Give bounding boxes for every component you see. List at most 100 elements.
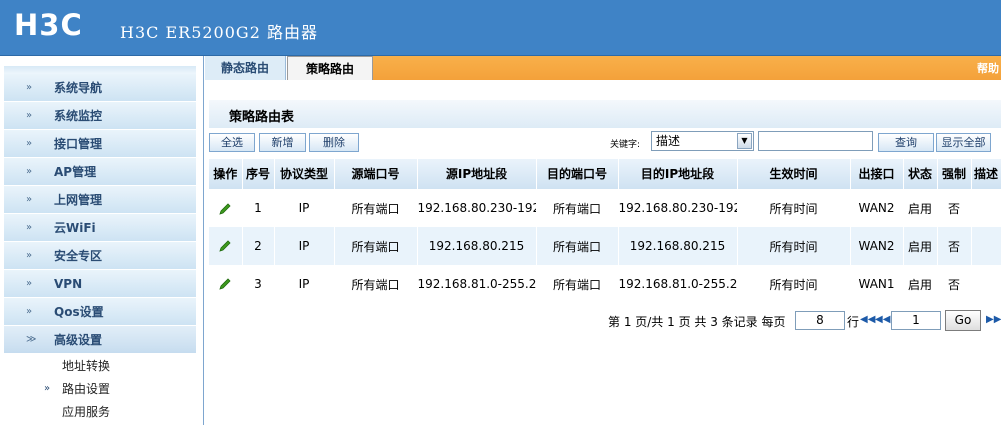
cell-iface: WAN2 (850, 189, 904, 227)
cell-status: 启用 (903, 227, 938, 265)
cell-no: 2 (242, 227, 275, 265)
cell-dst-port: 所有端口 (536, 189, 619, 227)
sidebar-item-system-monitor[interactable]: » 系统监控 (4, 102, 196, 130)
prev-page-icon[interactable]: ◀◀ (875, 314, 890, 325)
col-header: 操作 (209, 159, 243, 190)
cell-proto: IP (274, 227, 335, 265)
chevron-right-icon: » (26, 278, 33, 289)
delete-button[interactable]: 删除 (309, 133, 359, 152)
panel-title-bar: 策略路由表 (209, 100, 1001, 128)
rows-unit-label: 行 (847, 315, 860, 329)
sidebar-nav: » 系统导航 » 系统监控 » 接口管理 » AP管理 » 上网管理 » 云Wi… (4, 74, 196, 354)
chevron-right-icon: » (26, 138, 33, 149)
h3c-logo: H3C (14, 8, 83, 42)
edit-pencil-icon[interactable] (218, 277, 232, 291)
cell-proto: IP (274, 265, 335, 303)
next-page-icon[interactable]: ▶▶ (986, 314, 1001, 325)
col-header: 目的IP地址段 (618, 159, 738, 190)
cell-status: 启用 (903, 265, 938, 303)
sidebar-item-label: 系统监控 (54, 109, 103, 123)
sidebar-sub-list: 地址转换 » 路由设置 应用服务 (4, 354, 196, 423)
sidebar-item-label: AP管理 (54, 165, 97, 179)
chevron-right-icon: » (26, 166, 33, 177)
sidebar-item-label: 上网管理 (54, 193, 103, 207)
sidebar-item-vpn[interactable]: » VPN (4, 270, 196, 298)
cell-desc (971, 227, 1001, 265)
keyword-input[interactable] (758, 131, 873, 151)
help-link[interactable]: 帮助 (977, 60, 999, 76)
keyword-select-value: 描述 (656, 134, 681, 148)
sidebar-item-label: 接口管理 (54, 137, 103, 151)
edit-cell (209, 227, 243, 265)
sidebar-item-label: VPN (54, 276, 83, 291)
sidebar-subitem-routing[interactable]: » 路由设置 (4, 377, 196, 400)
col-header: 生效时间 (737, 159, 851, 190)
policy-route-table: 操作 序号 协议类型 源端口号 源IP地址段 目的端口号 目的IP地址段 生效时… (209, 159, 1001, 303)
rows-per-page-input[interactable]: 8 (795, 311, 845, 330)
sidebar-subitem-label: 路由设置 (62, 382, 111, 396)
cell-src-port: 所有端口 (334, 227, 418, 265)
edit-pencil-icon[interactable] (218, 239, 232, 253)
cell-iface: WAN2 (850, 227, 904, 265)
sidebar-item-ap-mgmt[interactable]: » AP管理 (4, 158, 196, 186)
cell-dst-ip: 192.168.80.215 (618, 227, 738, 265)
keyword-select[interactable]: 描述 ▼ (651, 131, 754, 151)
sidebar-item-label: Qos设置 (54, 305, 104, 319)
page-number-input[interactable]: 1 (891, 311, 941, 330)
select-all-button[interactable]: 全选 (209, 133, 255, 152)
cell-dst-ip: 192.168.80.230-192 (618, 189, 738, 227)
first-page-icon[interactable]: ◀◀ (860, 314, 875, 325)
go-button[interactable]: Go (945, 310, 981, 331)
chevron-right-icon: » (26, 306, 33, 317)
sidebar-subitem-nat[interactable]: 地址转换 (4, 354, 196, 377)
pagination-summary: 第 1 页/共 1 页 共 3 条记录 每页 (608, 315, 786, 329)
sidebar-item-label: 系统导航 (54, 81, 103, 95)
chevron-right-icon: » (26, 194, 33, 205)
cell-src-port: 所有端口 (334, 265, 418, 303)
app-header: H3C H3C ER5200G2 路由器 (0, 0, 1001, 56)
cell-proto: IP (274, 189, 335, 227)
show-all-button[interactable]: 显示全部 (936, 133, 991, 152)
cell-dst-ip: 192.168.81.0-255.2 (618, 265, 738, 303)
cell-dst-port: 所有端口 (536, 265, 619, 303)
sidebar-item-cloud-wifi[interactable]: » 云WiFi (4, 214, 196, 242)
sidebar-item-interface-mgmt[interactable]: » 接口管理 (4, 130, 196, 158)
chevron-down-icon: ≫ (26, 334, 37, 345)
cell-time: 所有时间 (737, 265, 851, 303)
col-header: 目的端口号 (536, 159, 619, 190)
cell-src-ip: 192.168.80.215 (417, 227, 537, 265)
keyword-label: 关键字: (610, 140, 641, 150)
cell-src-ip: 192.168.80.230-192 (417, 189, 537, 227)
panel-title: 策略路由表 (229, 110, 295, 125)
table-header-row: 操作 序号 协议类型 源端口号 源IP地址段 目的端口号 目的IP地址段 生效时… (209, 159, 1001, 190)
chevron-right-icon: » (26, 110, 33, 121)
dropdown-arrow-icon: ▼ (737, 133, 752, 149)
sidebar-subitem-label: 地址转换 (62, 359, 111, 373)
search-button[interactable]: 查询 (878, 133, 934, 152)
sidebar-subitem-app-service[interactable]: 应用服务 (4, 400, 196, 423)
pagination: 第 1 页/共 1 页 共 3 条记录 每页 8 行 ◀◀ ◀◀ 1 Go ▶▶ (205, 310, 1001, 331)
chevron-right-icon: » (26, 82, 33, 93)
col-header: 状态 (903, 159, 938, 190)
tab-bar: 静态路由 策略路由 帮助 (205, 56, 1001, 80)
sidebar-top-strip (4, 66, 196, 74)
tab-policy-route[interactable]: 策略路由 (287, 56, 373, 80)
sidebar-subitem-label: 应用服务 (62, 405, 111, 419)
cell-force: 否 (937, 265, 972, 303)
sidebar-item-advanced[interactable]: ≫ 高级设置 (4, 326, 196, 354)
cell-iface: WAN1 (850, 265, 904, 303)
table-row: 3 IP 所有端口 192.168.81.0-255.2 所有端口 192.16… (209, 265, 1001, 303)
sidebar-item-security[interactable]: » 安全专区 (4, 242, 196, 270)
sidebar-item-internet-mgmt[interactable]: » 上网管理 (4, 186, 196, 214)
sidebar-item-label: 高级设置 (54, 333, 103, 347)
table-row: 1 IP 所有端口 192.168.80.230-192 所有端口 192.16… (209, 189, 1001, 227)
sidebar-item-system-nav[interactable]: » 系统导航 (4, 74, 196, 102)
sidebar-item-qos[interactable]: » Qos设置 (4, 298, 196, 326)
tab-static-route[interactable]: 静态路由 (205, 56, 286, 80)
col-header: 序号 (242, 159, 275, 190)
col-header: 源端口号 (334, 159, 418, 190)
edit-pencil-icon[interactable] (218, 202, 232, 216)
add-button[interactable]: 新增 (259, 133, 306, 152)
sidebar: » 系统导航 » 系统监控 » 接口管理 » AP管理 » 上网管理 » 云Wi… (0, 56, 204, 425)
col-header: 描述 (971, 159, 1001, 190)
